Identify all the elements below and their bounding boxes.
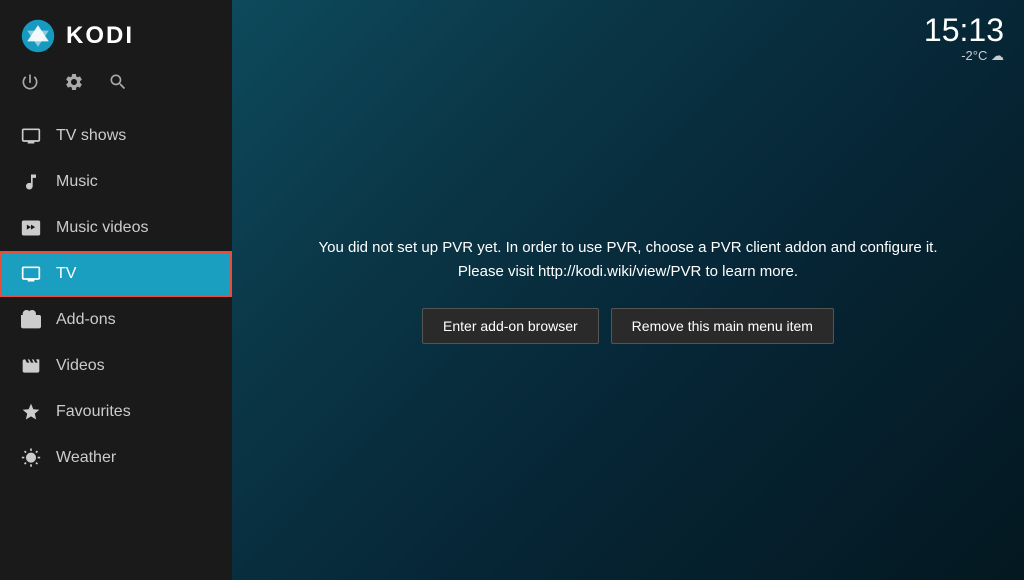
pvr-setup-area: You did not set up PVR yet. In order to … [232,0,1024,580]
favourites-icon [20,401,42,423]
sidebar-item-music-label: Music [56,173,98,191]
search-icon[interactable] [108,72,128,97]
pvr-buttons: Enter add-on browser Remove this main me… [422,308,834,344]
temperature: -2°C [961,48,987,63]
sidebar-item-weather[interactable]: Weather [0,435,232,481]
sidebar-item-videos-label: Videos [56,357,105,375]
videos-icon [20,355,42,377]
pvr-message: You did not set up PVR yet. In order to … [319,236,938,284]
sidebar-item-music[interactable]: Music [0,159,232,205]
weather-icon [20,447,42,469]
sidebar-item-videos[interactable]: Videos [0,343,232,389]
sidebar-item-tv[interactable]: TV [0,251,232,297]
power-icon[interactable] [20,72,40,97]
sidebar-item-favourites[interactable]: Favourites [0,389,232,435]
sidebar-item-add-ons-label: Add-ons [56,311,116,329]
tv-icon [20,263,42,285]
sidebar-item-add-ons[interactable]: Add-ons [0,297,232,343]
sidebar-item-tv-shows-label: TV shows [56,127,126,145]
sidebar-item-weather-label: Weather [56,449,116,467]
top-icons-bar [0,64,232,113]
sidebar-item-tv-shows[interactable]: TV shows [0,113,232,159]
music-icon [20,171,42,193]
logo-area: KODI [0,0,232,64]
nav-menu: TV shows Music Music videos TV [0,113,232,580]
app-title: KODI [66,22,134,50]
sidebar-item-music-videos-label: Music videos [56,219,148,237]
settings-icon[interactable] [64,72,84,97]
enter-addon-browser-button[interactable]: Enter add-on browser [422,308,599,344]
pvr-message-line2: Please visit http://kodi.wiki/view/PVR t… [458,263,798,280]
clock-time: 15:13 [924,14,1004,46]
music-videos-icon [20,217,42,239]
kodi-logo-icon [20,18,56,54]
sidebar-item-music-videos[interactable]: Music videos [0,205,232,251]
weather-cloud-icon: ☁ [991,48,1004,63]
sidebar: KODI TV shows Music [0,0,232,580]
main-content: 15:13 -2°C ☁ You did not set up PVR yet.… [232,0,1024,580]
clock-area: 15:13 -2°C ☁ [924,14,1004,64]
remove-menu-item-button[interactable]: Remove this main menu item [611,308,834,344]
clock-weather: -2°C ☁ [924,48,1004,64]
sidebar-item-tv-label: TV [56,265,76,283]
pvr-message-line1: You did not set up PVR yet. In order to … [319,239,938,256]
sidebar-item-favourites-label: Favourites [56,403,131,421]
tv-shows-icon [20,125,42,147]
addons-icon [20,309,42,331]
